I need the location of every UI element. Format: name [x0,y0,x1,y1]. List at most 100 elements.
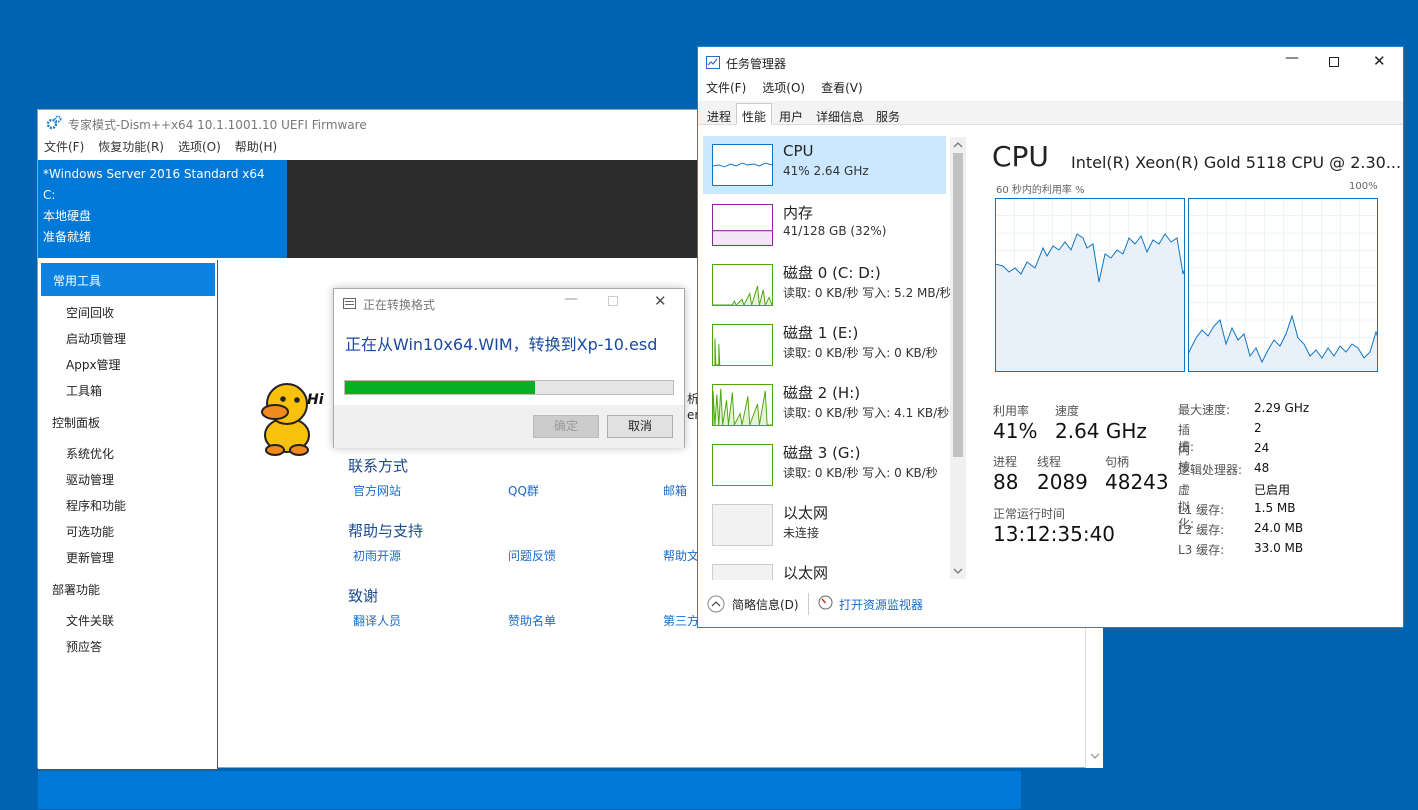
resource-monitor-icon[interactable] [818,595,833,610]
tile-ethernet[interactable]: 以太网 未连接 [703,496,946,554]
sidebar-item[interactable]: Appx管理 [66,356,121,373]
tab-processes[interactable]: 进程 [701,103,737,125]
menu-view[interactable]: 查看(V) [821,79,863,96]
tab-details[interactable]: 详细信息 [810,103,870,125]
drive-letter: C: [43,188,56,202]
tab-services[interactable]: 服务 [870,103,906,125]
tile-disk-1[interactable]: 磁盘 1 (E:) 读取: 0 KB/秒 写入: 0 KB/秒 [703,316,946,374]
task-manager-window: 任务管理器 — ✕ 文件(F) 选项(O) 查看(V) 进程 性能 用户 详细信… [697,46,1404,628]
link-open-source[interactable]: 初雨开源 [353,547,401,564]
menu-options[interactable]: 选项(O) [178,138,221,160]
handle-label: 句柄 [1105,455,1130,469]
tile-value: 未连接 [783,526,820,540]
link-translators[interactable]: 翻译人员 [353,612,401,629]
brief-info-button[interactable]: 简略信息(D) [732,596,799,613]
sidebar-item[interactable]: 空间回收 [66,304,114,321]
graph-label: 60 秒内的利用率 % [996,185,1085,196]
link-sponsors[interactable]: 赞助名单 [508,612,556,629]
system-info-pane[interactable]: *Windows Server 2016 Standard x64 C: 本地硬… [38,160,287,258]
maximize-button[interactable] [1329,57,1339,67]
spec-value: 1.5 MB [1254,501,1296,515]
convert-dialog: 正在转换格式 — ✕ 正在从Win10x64.WIM，转换到Xp-10.esd … [333,288,685,448]
open-resource-monitor-link[interactable]: 打开资源监视器 [839,596,923,613]
sidebar-item[interactable]: 系统优化 [66,445,114,462]
link-feedback[interactable]: 问题反馈 [508,547,556,564]
tile-value: 读取: 0 KB/秒 写入: 0 KB/秒 [783,346,938,360]
sidebar-item[interactable]: 工具箱 [66,382,102,399]
menu-file[interactable]: 文件(F) [706,79,746,96]
thread-label: 线程 [1037,455,1062,469]
tile-memory[interactable]: 内存 41/128 GB (32%) [703,196,946,254]
collapse-icon[interactable] [707,595,725,613]
link-help-doc[interactable]: 帮助文 [663,547,699,564]
maximize-button[interactable] [608,296,618,306]
tile-value: 读取: 0 KB/秒 写入: 4.1 KB/秒 [783,406,950,420]
menu-restore[interactable]: 恢复功能(R) [98,138,164,160]
close-icon[interactable]: ✕ [1373,52,1386,70]
section-title-contact: 联系方式 [348,457,409,475]
sidebar-item[interactable]: 文件关联 [66,612,114,629]
spec-value: 33.0 MB [1254,541,1304,555]
dialog-message: 正在从Win10x64.WIM，转换到Xp-10.esd [345,335,658,354]
cancel-button[interactable]: 取消 [607,415,673,438]
link-third-party[interactable]: 第三方 [663,612,699,629]
scrollbar[interactable] [950,137,966,579]
disk-thumbnail [712,444,773,486]
sidebar-heading-deploy[interactable]: 部署功能 [52,581,100,598]
speed-value: 2.64 GHz [1055,419,1147,443]
tile-cpu[interactable]: CPU 41% 2.64 GHz [703,136,946,194]
tile-value: 读取: 0 KB/秒 写入: 5.2 MB/秒 [783,286,952,300]
handle-value: 48243 [1105,470,1169,494]
spec-label: L1 缓存: [1178,503,1225,517]
status-text: 准备就绪 [43,230,92,244]
disk-thumbnail [712,264,773,306]
cpu-thumbnail [712,144,773,186]
chevron-down-icon[interactable] [1090,752,1100,760]
chevron-down-icon[interactable] [953,567,963,575]
close-icon[interactable]: ✕ [654,292,667,310]
ethernet-thumbnail [712,564,773,580]
spec-label: 逻辑处理器: [1178,463,1243,477]
sidebar-item[interactable]: 程序和功能 [66,497,126,514]
link-website[interactable]: 官方网站 [353,482,401,499]
menu-file[interactable]: 文件(F) [44,138,84,160]
tab-users[interactable]: 用户 [773,103,809,125]
tab-bar: 进程 性能 用户 详细信息 服务 [698,101,1403,125]
spec-label: L3 缓存: [1178,543,1225,557]
task-manager-icon [706,56,720,69]
sidebar-item[interactable]: 可选功能 [66,523,114,540]
process-value: 88 [993,470,1019,494]
progress-fill [345,381,536,394]
menu-options[interactable]: 选项(O) [762,79,805,96]
sidebar-item[interactable]: 更新管理 [66,549,114,566]
memory-thumbnail [712,204,773,246]
scrollbar-thumb[interactable] [953,153,963,457]
link-qq-group[interactable]: QQ群 [508,482,539,499]
menu-bar: 文件(F) 选项(O) 查看(V) [698,79,863,96]
sidebar-item-common-tools[interactable]: 常用工具 [41,263,215,296]
hi-text: Hi [307,392,324,408]
tile-name: 磁盘 0 (C: D:) [783,264,881,282]
minimize-button[interactable]: — [564,291,578,307]
sidebar-heading-control-panel[interactable]: 控制面板 [52,414,100,431]
sidebar-item[interactable]: 预应答 [66,638,102,655]
speed-label: 速度 [1055,404,1080,418]
menu-help[interactable]: 帮助(H) [235,138,277,160]
sidebar-item[interactable]: 驱动管理 [66,471,114,488]
spec-value: 已启用 [1254,483,1291,497]
minimize-button[interactable]: — [1285,50,1299,66]
chevron-up-icon[interactable] [953,141,963,149]
tile-disk-3[interactable]: 磁盘 3 (G:) 读取: 0 KB/秒 写入: 0 KB/秒 [703,436,946,494]
spec-label: L2 缓存: [1178,523,1225,537]
tile-ethernet[interactable]: 以太网 [703,556,946,580]
tab-performance[interactable]: 性能 [736,103,773,125]
link-email[interactable]: 邮箱 [663,482,687,499]
progress-bar [344,380,674,395]
ok-button[interactable]: 确定 [533,415,599,438]
sidebar-item[interactable]: 启动项管理 [66,330,126,347]
tile-disk-0[interactable]: 磁盘 0 (C: D:) 读取: 0 KB/秒 写入: 5.2 MB/秒 [703,256,952,314]
uptime-value: 13:12:35:40 [993,522,1116,546]
tile-disk-2[interactable]: 磁盘 2 (H:) 读取: 0 KB/秒 写入: 4.1 KB/秒 [703,376,950,434]
util-value: 41% [993,419,1038,443]
drive-type: 本地硬盘 [43,209,92,223]
